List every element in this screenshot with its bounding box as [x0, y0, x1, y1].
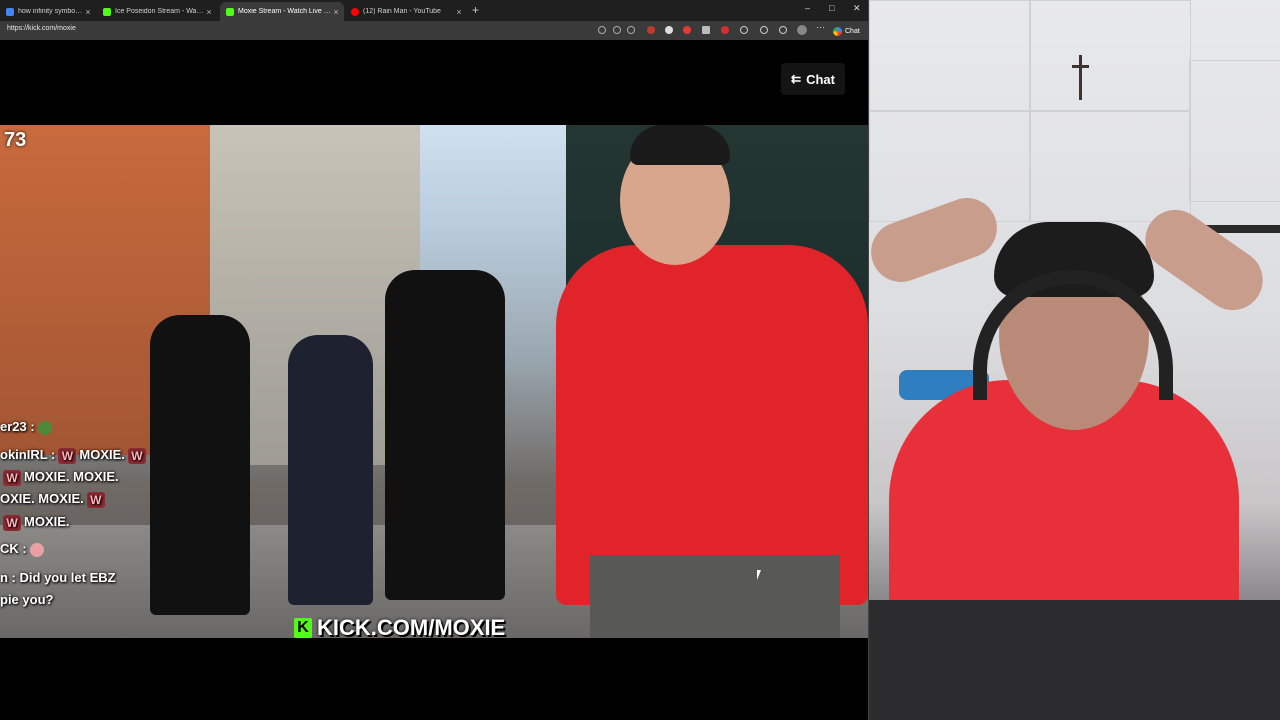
close-icon[interactable]: × — [331, 7, 341, 17]
extensions-puzzle-icon[interactable] — [760, 26, 768, 34]
chat-overlay-line: CK : — [0, 541, 47, 557]
chat-username: er23 : — [0, 419, 35, 434]
chat-username: okinIRL : — [0, 447, 56, 462]
chat-button-label: Chat — [806, 71, 835, 87]
close-icon[interactable]: × — [204, 7, 214, 17]
maximize-button[interactable]: □ — [829, 3, 834, 13]
new-tab-button[interactable]: + — [472, 3, 479, 17]
tab-google-search[interactable]: how infinity symbol - Google × — [0, 2, 96, 21]
close-window-button[interactable]: ✕ — [853, 3, 861, 14]
w-emote-icon: W — [3, 514, 21, 531]
tab-label: Ice Poseidon Stream - Watch Live — [115, 8, 204, 15]
w-emote-icon: W — [3, 469, 21, 486]
chat-overlay-line: W MOXIE. MOXIE. — [0, 469, 119, 486]
kick-watermark: K KICK.COM/MOXIE — [294, 615, 506, 640]
copilot-chat-label: Chat — [845, 27, 860, 35]
tab-label: (12) Rain Man - YouTube — [363, 8, 441, 15]
extension-icon[interactable] — [647, 26, 655, 34]
w-emote-icon: W — [127, 447, 146, 464]
browser-tab-bar: how infinity symbol - Google × Ice Posei… — [0, 0, 868, 21]
copilot-icon — [833, 26, 842, 36]
person-silhouette — [385, 270, 505, 600]
favorite-star-icon[interactable] — [627, 26, 635, 34]
extension-diamond-icon[interactable] — [665, 26, 673, 34]
chat-expand-icon: ⇇ — [791, 72, 802, 86]
person-silhouette — [150, 315, 250, 615]
extension-box-icon[interactable] — [702, 26, 710, 34]
read-aloud-icon[interactable] — [613, 26, 621, 34]
chat-message: Did you let EBZ — [19, 570, 116, 585]
w-emote-icon: W — [86, 491, 105, 508]
viewer-counter: 73 — [4, 129, 27, 151]
open-chat-button[interactable]: ⇇ Chat — [781, 63, 845, 95]
kick-logo-icon: K — [294, 618, 312, 638]
frog-emote-icon — [37, 420, 52, 435]
tab-moxie-stream[interactable]: Moxie Stream - Watch Live on Kick × — [220, 2, 344, 21]
desk — [869, 600, 1280, 720]
chat-message: OXIE. MOXIE. — [0, 491, 84, 506]
chat-message: MOXIE. — [79, 447, 125, 462]
chat-overlay-line: er23 : — [0, 419, 55, 435]
chat-username: CK : — [0, 541, 27, 556]
chat-overlay-line: pie you? — [0, 592, 53, 607]
extension-shield-icon[interactable] — [721, 26, 729, 34]
chat-overlay-line: n : Did you let EBZ — [0, 570, 116, 585]
mouse-cursor-icon — [757, 570, 761, 580]
address-bar: https://kick.com/moxie ⋯ — [0, 21, 868, 40]
google-favicon-icon — [6, 7, 14, 16]
tab-youtube-rain-man[interactable]: (12) Rain Man - YouTube × — [345, 2, 467, 21]
kick-favicon-icon — [226, 7, 234, 16]
crucifix-icon — [1079, 55, 1082, 100]
chat-overlay-line: OXIE. MOXIE. W — [0, 491, 108, 508]
favorites-icon[interactable] — [779, 26, 787, 34]
player-top-bar — [0, 40, 868, 125]
chat-overlay-line: W MOXIE. — [0, 514, 70, 531]
extension-record-icon[interactable] — [683, 26, 691, 34]
close-icon[interactable]: × — [83, 7, 93, 17]
close-icon[interactable]: × — [454, 7, 464, 17]
chat-overlay-line: okinIRL : W MOXIE. W — [0, 447, 149, 464]
wall-tile — [1189, 60, 1280, 202]
tab-ice-poseidon[interactable]: Ice Poseidon Stream - Watch Live × — [97, 2, 217, 21]
webcam-feed — [868, 0, 1280, 720]
url-field[interactable]: https://kick.com/moxie — [7, 25, 76, 32]
copilot-chat-button[interactable]: Chat — [833, 25, 860, 37]
minimize-button[interactable]: – — [805, 3, 810, 13]
wall-tile — [1029, 0, 1191, 112]
youtube-favicon-icon — [351, 7, 359, 16]
streamer-arm — [1133, 198, 1275, 322]
chat-message: pie you? — [0, 592, 54, 607]
tab-label: Moxie Stream - Watch Live on Kick — [238, 8, 331, 15]
crucifix-bar — [1072, 65, 1089, 68]
more-menu-icon[interactable]: ⋯ — [816, 22, 825, 33]
person-cap — [630, 125, 730, 165]
heart-emote-icon — [29, 542, 44, 557]
wall-tile — [1029, 110, 1191, 222]
chat-message: MOXIE. — [24, 514, 70, 529]
red-shirt-person — [556, 245, 868, 605]
watermark-text: KICK.COM/MOXIE — [317, 615, 506, 640]
wall-tile — [869, 0, 1031, 112]
person-pants — [590, 555, 840, 638]
person-silhouette — [288, 335, 373, 605]
refresh-icon[interactable] — [740, 26, 748, 34]
video-player[interactable]: 73 er23 : okinIRL : W MOXIE. W W MOXIE. MOXI… — [0, 125, 868, 638]
zoom-icon[interactable] — [598, 26, 606, 34]
w-emote-icon: W — [58, 447, 77, 464]
chat-username: n : — [0, 570, 16, 585]
profile-avatar-icon[interactable] — [797, 25, 807, 35]
tab-label: how infinity symbol - Google — [18, 8, 83, 15]
chat-message: MOXIE. MOXIE. — [24, 469, 119, 484]
kick-favicon-icon — [103, 7, 111, 16]
